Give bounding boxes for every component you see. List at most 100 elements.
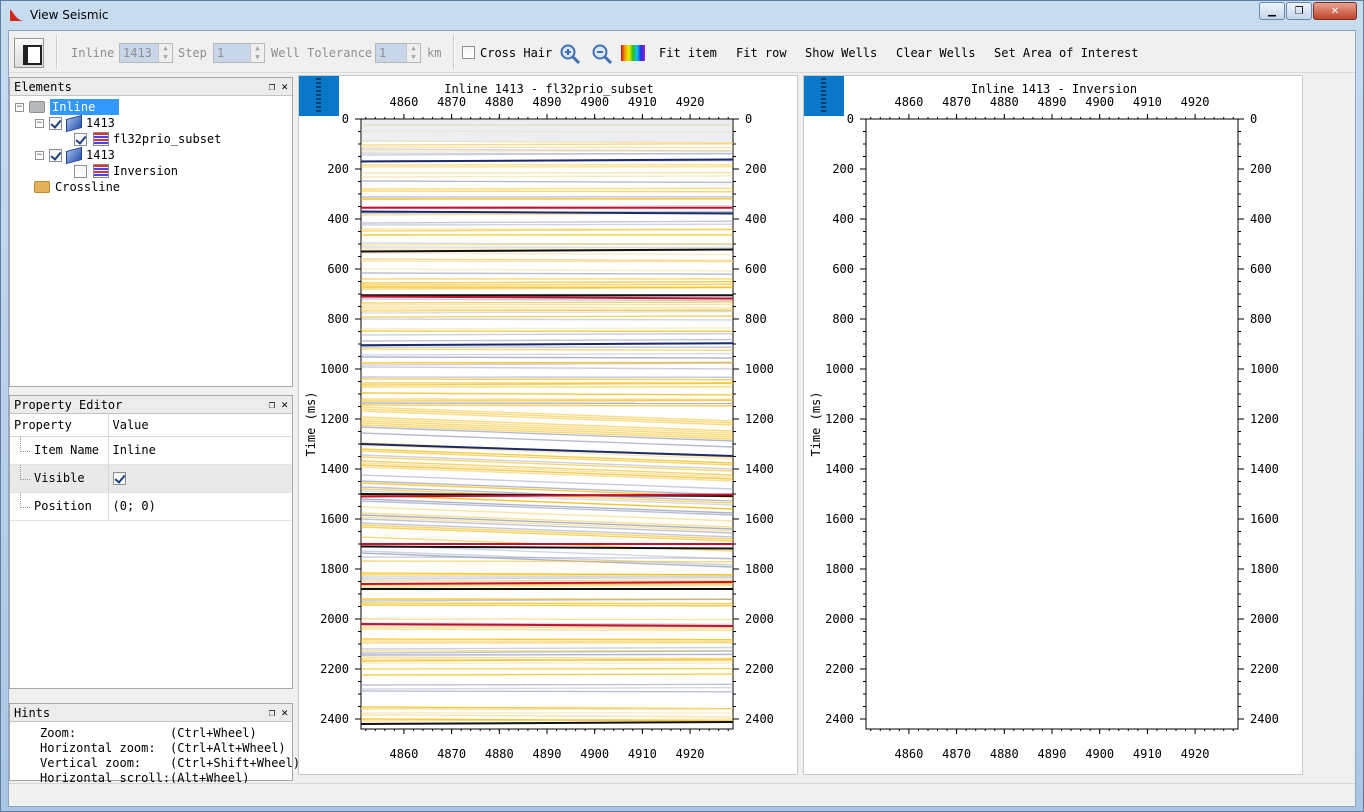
title-bar[interactable]: View Seismic ▁ ❐ ✕ (1, 1, 1363, 29)
visibility-checkbox[interactable] (49, 148, 62, 162)
hints-panel-title: Hints (14, 706, 51, 720)
property-value[interactable]: (0; 0) (108, 492, 292, 521)
y-tick-label-right: 1400 (1250, 462, 1279, 476)
tree-item-crossline[interactable]: Crossline (34, 179, 120, 195)
column-header-property[interactable]: Property (10, 414, 109, 437)
inline-spinbox[interactable]: 1413 ▲ ▼ (119, 43, 173, 63)
well-tolerance-label: Well Tolerance (271, 46, 373, 60)
collapse-icon[interactable]: − (35, 150, 44, 160)
y-tick-label-left: 2400 (320, 712, 349, 726)
checkbox-icon[interactable] (462, 46, 475, 59)
close-icon[interactable]: ✕ (281, 704, 288, 722)
y-tick-label-right: 600 (745, 262, 767, 276)
y-tick-label-right: 1800 (745, 562, 774, 576)
cross-hair-label: Cross Hair (480, 46, 553, 60)
property-editor-panel: Property Editor ❐ ✕ Property Value Item N… (9, 395, 293, 689)
spin-up-icon[interactable]: ▲ (407, 44, 420, 53)
property-editor-header: Property Editor ❐ ✕ (10, 396, 292, 414)
zoom-out-icon[interactable] (591, 43, 613, 65)
minimize-button[interactable]: ▁ (1259, 2, 1285, 20)
clear-wells-button[interactable]: Clear Wells (896, 46, 975, 60)
step-value[interactable]: 1 (214, 44, 250, 62)
x-tick-label-bottom: 4890 (533, 747, 562, 761)
y-tick-label-right: 1800 (1250, 562, 1279, 576)
tree-item-fl32prio-subset[interactable]: fl32prio_subset (74, 131, 221, 147)
y-tick-label-left: 1400 (825, 462, 854, 476)
reflector (360, 683, 734, 686)
property-row[interactable]: Item Name Inline (10, 436, 292, 465)
x-tick-label-top: 4860 (389, 95, 418, 109)
y-tick-label-right: 200 (745, 162, 767, 176)
y-tick-label-left: 1400 (320, 462, 349, 476)
well-tolerance-spinbox[interactable]: 1 ▲ ▼ (375, 43, 421, 63)
visibility-checkbox[interactable] (74, 132, 87, 146)
fit-row-button[interactable]: Fit row (736, 46, 787, 60)
spin-down-icon[interactable]: ▼ (407, 53, 420, 62)
visibility-checkbox[interactable] (49, 116, 62, 130)
property-name: Visible (10, 464, 109, 493)
seismic-section-canvas[interactable]: 4860 4860 4870 4870 4880 4880 4890 4890 4900 4900… (299, 76, 799, 776)
x-tick-label-top: 4870 (437, 95, 466, 109)
reflector (360, 260, 734, 263)
property-value[interactable] (108, 464, 292, 493)
collapse-icon[interactable]: − (15, 102, 24, 112)
seismic-plot[interactable]: Inline 1413 - fl32prio_subset 4860 4860 48… (298, 75, 798, 775)
plot-area (865, 118, 1239, 730)
hints-text: Zoom: (Ctrl+Wheel) Horizontal zoom: (Ctrl… (10, 722, 300, 786)
reflector (360, 604, 734, 607)
x-tick-label-bottom: 4910 (1133, 747, 1162, 761)
close-icon[interactable]: ✕ (281, 78, 288, 96)
close-icon[interactable]: ✕ (281, 396, 288, 414)
y-tick-label-left: 2000 (320, 612, 349, 626)
float-icon[interactable]: ❐ (269, 78, 276, 96)
inversion-plot[interactable]: Inline 1413 - Inversion 4860 4860 4870 4870… (803, 75, 1303, 775)
spin-down-icon[interactable]: ▼ (159, 53, 172, 62)
x-tick-label-top: 4910 (628, 95, 657, 109)
maximize-button[interactable]: ❐ (1286, 2, 1312, 20)
set-area-of-interest-button[interactable]: Set Area of Interest (994, 46, 1139, 60)
panel-toggle-button[interactable] (14, 38, 44, 68)
y-tick-label-right: 1600 (745, 512, 774, 526)
step-spinbox[interactable]: 1 ▲ ▼ (213, 43, 265, 63)
fit-item-button[interactable]: Fit item (659, 46, 717, 60)
y-tick-label-right: 2400 (1250, 712, 1279, 726)
float-icon[interactable]: ❐ (269, 704, 276, 722)
x-tick-label-top: 4910 (1133, 95, 1162, 109)
spin-down-icon[interactable]: ▼ (251, 53, 264, 62)
property-row[interactable]: Position (0; 0) (10, 492, 292, 521)
column-header-value[interactable]: Value (108, 414, 292, 437)
cross-hair-checkbox[interactable] (462, 45, 475, 59)
reflector (360, 306, 734, 309)
reflector (360, 560, 734, 563)
y-tick-label-left: 0 (847, 112, 854, 126)
spin-up-icon[interactable]: ▲ (251, 44, 264, 53)
visible-checkbox[interactable] (112, 472, 126, 485)
y-tick-label-right: 2000 (745, 612, 774, 626)
property-name: Position (10, 492, 109, 521)
tree-item-1413[interactable]: − 1413 (35, 114, 115, 132)
tree-item-inline[interactable]: − Inline (15, 99, 120, 115)
show-wells-button[interactable]: Show Wells (805, 46, 877, 60)
client-area: Inline 1413 ▲ ▼ Step 1 ▲ ▼ Well Tolerance … (8, 30, 1356, 807)
tree-item-1413[interactable]: − 1413 (35, 146, 115, 164)
close-button[interactable]: ✕ (1313, 2, 1357, 20)
tree-item-inversion[interactable]: Inversion (74, 163, 178, 179)
inversion-section-canvas[interactable]: 4860 4860 4870 4870 4880 4880 4890 4890 4900 4900… (804, 76, 1304, 776)
visibility-checkbox[interactable] (74, 164, 87, 178)
property-row[interactable]: Visible (10, 464, 292, 493)
well-tolerance-value[interactable]: 1 (376, 44, 406, 62)
float-icon[interactable]: ❐ (269, 396, 276, 414)
reflector (360, 690, 734, 693)
x-tick-label-top: 4920 (1181, 95, 1210, 109)
x-tick-label-top: 4880 (485, 95, 514, 109)
property-value[interactable]: Inline (108, 436, 292, 465)
toolbar: Inline 1413 ▲ ▼ Step 1 ▲ ▼ Well Tolerance … (9, 31, 1355, 73)
color-palette-icon[interactable] (621, 45, 645, 61)
collapse-icon[interactable]: − (35, 118, 44, 128)
y-tick-label-left: 2000 (825, 612, 854, 626)
hints-panel-header: Hints ❐ ✕ (10, 704, 292, 722)
spin-up-icon[interactable]: ▲ (159, 44, 172, 53)
zoom-in-icon[interactable] (559, 43, 581, 65)
inline-value[interactable]: 1413 (120, 44, 158, 62)
x-tick-label-bottom: 4920 (676, 747, 705, 761)
